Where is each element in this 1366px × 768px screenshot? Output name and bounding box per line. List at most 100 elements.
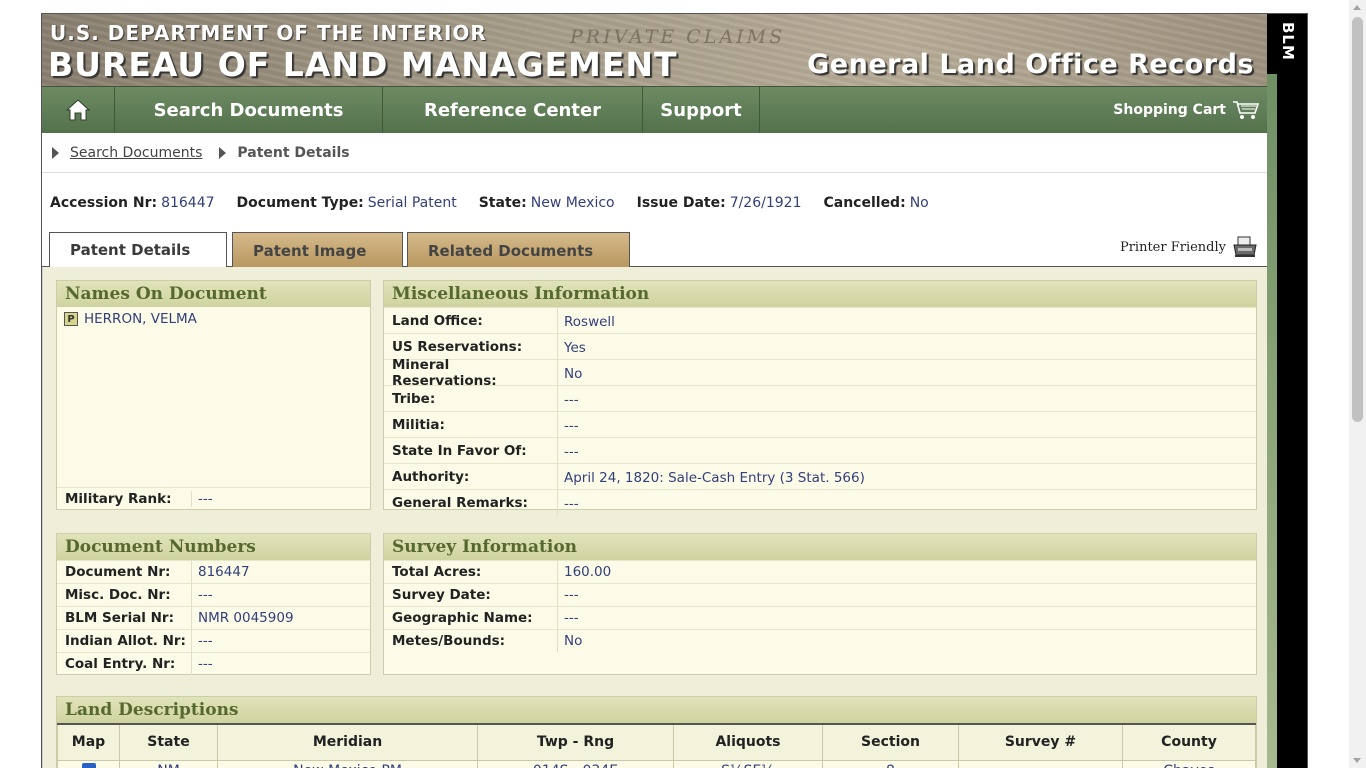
- nav-search-documents[interactable]: Search Documents: [115, 87, 383, 133]
- land-descriptions-title: Land Descriptions: [57, 697, 1256, 723]
- blm-side-strip: BLM: [1267, 14, 1307, 768]
- misc-row: US Reservations: Yes: [384, 333, 1256, 359]
- tab-related-documents[interactable]: Related Documents: [407, 232, 630, 268]
- map-checkbox[interactable]: [81, 763, 96, 768]
- column-header[interactable]: Survey #: [958, 723, 1123, 761]
- accession-label: Accession Nr:: [50, 195, 158, 211]
- survey-label: Metes/Bounds:: [384, 630, 558, 652]
- banner-background-text: PRIVATE CLAIMS: [570, 26, 786, 48]
- misc-value: ---: [564, 392, 579, 408]
- table-cell: NM: [119, 759, 218, 768]
- scrollbar-thumb[interactable]: [1352, 17, 1363, 422]
- docnum-row: BLM Serial Nr: NMR 0045909: [57, 606, 370, 629]
- column-header[interactable]: Twp - Rng: [477, 723, 674, 761]
- docnum-row: Misc. Doc. Nr: ---: [57, 583, 370, 606]
- issue-date-label: Issue Date:: [636, 195, 726, 211]
- survey-label: Total Acres:: [384, 561, 558, 583]
- document-numbers-panel: Document Numbers Document Nr: 816447 Misc…: [56, 533, 371, 675]
- cancelled-label: Cancelled:: [823, 195, 906, 211]
- misc-value: No: [564, 366, 583, 382]
- patentee-name[interactable]: HERRON, VELMA: [84, 311, 197, 327]
- misc-row: Militia: ---: [384, 411, 1256, 437]
- page-scrollbar[interactable]: [1349, 0, 1366, 768]
- docnum-value: NMR 0045909: [198, 610, 294, 626]
- table-cell: New Mexico PM: [217, 759, 478, 768]
- table-row: NM New Mexico PM 014S - 034E S½SE½ 8 Cha…: [57, 759, 1256, 768]
- tab-patent-details[interactable]: Patent Details: [49, 232, 227, 268]
- nav-support[interactable]: Support: [643, 87, 760, 133]
- survey-label: Survey Date:: [384, 584, 558, 606]
- military-rank-row: Military Rank: ---: [57, 487, 370, 509]
- misc-value: ---: [564, 418, 579, 434]
- tab-patent-image[interactable]: Patent Image: [232, 232, 403, 268]
- authority-value[interactable]: April 24, 1820: Sale-Cash Entry (3 Stat.…: [558, 467, 865, 486]
- cancelled-item: Cancelled: No: [823, 195, 928, 211]
- misc-value: ---: [564, 496, 579, 512]
- issue-date-value: 7/26/1921: [729, 195, 802, 211]
- column-header[interactable]: County: [1122, 723, 1256, 761]
- shopping-cart-icon: [1233, 101, 1260, 119]
- docnum-row: Indian Allot. Nr: ---: [57, 629, 370, 652]
- survey-value: 160.00: [564, 564, 612, 580]
- names-panel: Names On Document P HERRON, VELMA Milita…: [56, 280, 371, 510]
- misc-label: Tribe:: [384, 386, 558, 411]
- misc-row: Land Office: Roswell: [384, 307, 1256, 333]
- column-header[interactable]: Aliquots: [673, 723, 823, 761]
- military-rank-value: ---: [198, 490, 213, 507]
- docnum-label: BLM Serial Nr:: [57, 607, 192, 629]
- survey-row: Total Acres: 160.00: [384, 560, 1256, 583]
- main-nav: Search Documents Reference Center Suppor…: [42, 86, 1268, 133]
- tab-bar: Patent Details Patent Image Related Docu…: [42, 229, 1268, 268]
- printer-friendly-link[interactable]: Printer Friendly: [1120, 236, 1258, 258]
- doc-type-item: Document Type: Serial Patent: [237, 195, 457, 211]
- shopping-cart-label: Shopping Cart: [1113, 102, 1226, 118]
- shopping-cart-link[interactable]: Shopping Cart: [1113, 87, 1268, 133]
- cancelled-value: No: [909, 195, 929, 211]
- misc-label: Authority:: [384, 464, 558, 489]
- misc-label: Militia:: [384, 412, 558, 437]
- docnum-value: ---: [198, 587, 213, 603]
- docnum-row: Coal Entry. Nr: ---: [57, 652, 370, 675]
- survey-panel-title: Survey Information: [384, 534, 1256, 560]
- table-header-row: Map State Meridian Twp - Rng Aliquots Se…: [57, 723, 1256, 761]
- misc-row: State In Favor Of: ---: [384, 437, 1256, 463]
- column-header[interactable]: Section: [822, 723, 959, 761]
- docnum-value: ---: [198, 656, 213, 672]
- content-area: Names On Document P HERRON, VELMA Milita…: [42, 267, 1268, 768]
- misc-label: Mineral Reservations:: [384, 357, 558, 389]
- home-button[interactable]: [42, 87, 115, 133]
- name-entry: P HERRON, VELMA: [57, 307, 370, 327]
- misc-value: ---: [564, 444, 579, 460]
- docnum-label: Misc. Doc. Nr:: [57, 584, 192, 606]
- column-header[interactable]: Meridian: [217, 723, 478, 761]
- names-panel-title: Names On Document: [57, 281, 370, 307]
- state-value: New Mexico: [530, 195, 615, 211]
- state-label: State:: [478, 195, 527, 211]
- accession-value: 816447: [161, 195, 215, 211]
- table-cell: 8: [822, 759, 959, 768]
- scroll-down-arrow-icon[interactable]: [1353, 758, 1361, 763]
- docnum-value: ---: [198, 633, 213, 649]
- site-banner: U.S. DEPARTMENT OF THE INTERIOR BUREAU O…: [42, 14, 1268, 86]
- survey-value: ---: [564, 587, 579, 603]
- scroll-up-arrow-icon[interactable]: [1353, 5, 1361, 10]
- main-area: U.S. DEPARTMENT OF THE INTERIOR BUREAU O…: [42, 14, 1268, 768]
- column-header[interactable]: State: [119, 723, 218, 761]
- misc-label: Land Office:: [384, 308, 558, 333]
- blm-side-label: BLM: [1279, 22, 1297, 61]
- misc-row: Authority: April 24, 1820: Sale-Cash Entr…: [384, 463, 1256, 489]
- document-summary: Accession Nr: 816447 Document Type: Serial…: [42, 173, 1268, 229]
- bureau-title: BUREAU OF LAND MANAGEMENT: [48, 45, 678, 84]
- column-header[interactable]: Map: [57, 723, 120, 761]
- misc-row: Tribe: ---: [384, 385, 1256, 411]
- side-green-bar: [1267, 74, 1277, 768]
- breadcrumb-search-documents[interactable]: Search Documents: [70, 145, 202, 161]
- printer-friendly-label: Printer Friendly: [1119, 239, 1226, 255]
- table-cell: S½SE½: [673, 759, 823, 768]
- home-icon: [65, 99, 91, 121]
- nav-reference-center[interactable]: Reference Center: [383, 87, 643, 133]
- docnum-row: Document Nr: 816447: [57, 560, 370, 583]
- document-numbers-title: Document Numbers: [57, 534, 370, 560]
- survey-value: No: [564, 633, 583, 649]
